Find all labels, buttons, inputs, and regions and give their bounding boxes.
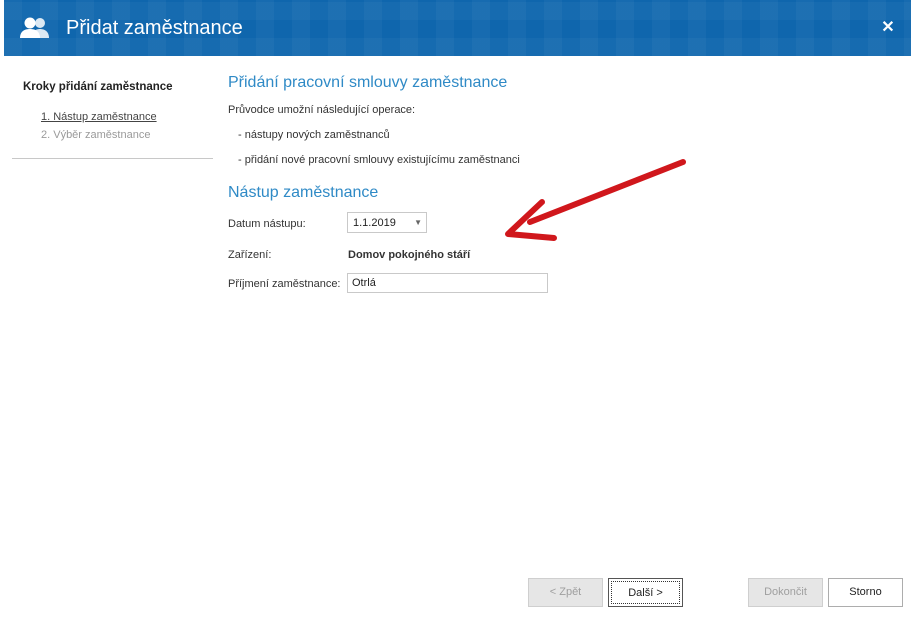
date-label: Datum nástupu: bbox=[228, 218, 306, 230]
next-button-label: Další > bbox=[611, 581, 680, 604]
surname-label: Příjmení zaměstnance: bbox=[228, 278, 341, 290]
section-title-contract: Přidání pracovní smlouvy zaměstnance bbox=[228, 74, 508, 91]
facility-label: Zařízení: bbox=[228, 249, 272, 261]
users-icon bbox=[20, 17, 49, 38]
finish-button[interactable]: Dokončit bbox=[748, 578, 823, 607]
facility-value: Domov pokojného stáří bbox=[348, 249, 471, 261]
start-date-dropdown[interactable]: 1.1.2019 ▼ bbox=[347, 212, 427, 233]
title-bar: Přidat zaměstnance ✕ bbox=[4, 0, 911, 56]
step-vyber-zamestnance: 2. Výběr zaměstnance bbox=[41, 129, 151, 141]
bullet-item: - přidání nové pracovní smlouvy existují… bbox=[238, 154, 520, 166]
chevron-down-icon: ▼ bbox=[414, 218, 422, 227]
bullet-item: - nástupy nových zaměstnanců bbox=[238, 129, 390, 141]
back-button[interactable]: < Zpět bbox=[528, 578, 603, 607]
step-nastup-zamestnance[interactable]: 1. Nástup zaměstnance bbox=[41, 111, 157, 123]
start-date-value: 1.1.2019 bbox=[353, 217, 396, 229]
close-icon[interactable]: ✕ bbox=[879, 17, 897, 37]
window-title: Přidat zaměstnance bbox=[66, 17, 243, 39]
steps-sidebar: Kroky přidání zaměstnance 1. Nástup zamě… bbox=[12, 56, 213, 159]
intro-text: Průvodce umožní následující operace: bbox=[228, 104, 416, 116]
next-button[interactable]: Další > bbox=[608, 578, 683, 607]
section-title-onboarding: Nástup zaměstnance bbox=[228, 184, 379, 201]
steps-heading: Kroky přidání zaměstnance bbox=[23, 81, 173, 93]
annotation-arrow-icon bbox=[505, 159, 686, 241]
cancel-button[interactable]: Storno bbox=[828, 578, 903, 607]
surname-input[interactable] bbox=[347, 273, 548, 293]
